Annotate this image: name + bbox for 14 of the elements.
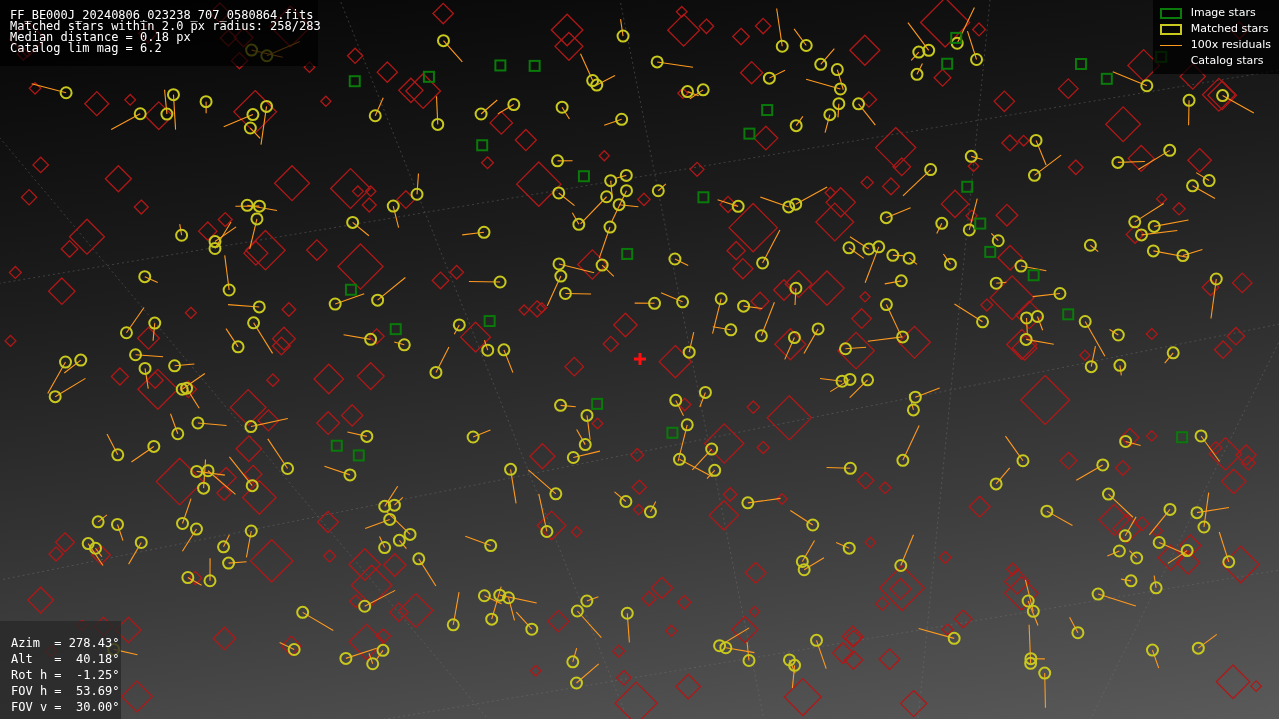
info-text: Rot h = -1.25° [11,667,120,683]
info-text: Catalog lim mag = 6.2 [10,43,162,54]
info-text: Alt = 40.18° [11,651,120,667]
info-text: FOV h = 53.69° [11,683,120,699]
info-text: Azim = 278.43° [11,635,120,651]
center-cross-icon [634,353,646,365]
info-text: FOV v = 30.00° [11,699,120,715]
info-text: Median distance = 0.18 px [10,32,191,43]
legend-label: 100x residuals [1190,38,1271,52]
legend-label: Image stars [1190,6,1257,20]
legend-label: Catalog stars [1190,54,1265,68]
info-text: FF_BE000J_20240806_023238_707_0580864.fits [10,10,314,21]
legend-label: Matched stars [1190,22,1270,36]
info-text: Matched stars within 2.0 px radius: 258/283 [10,21,321,32]
